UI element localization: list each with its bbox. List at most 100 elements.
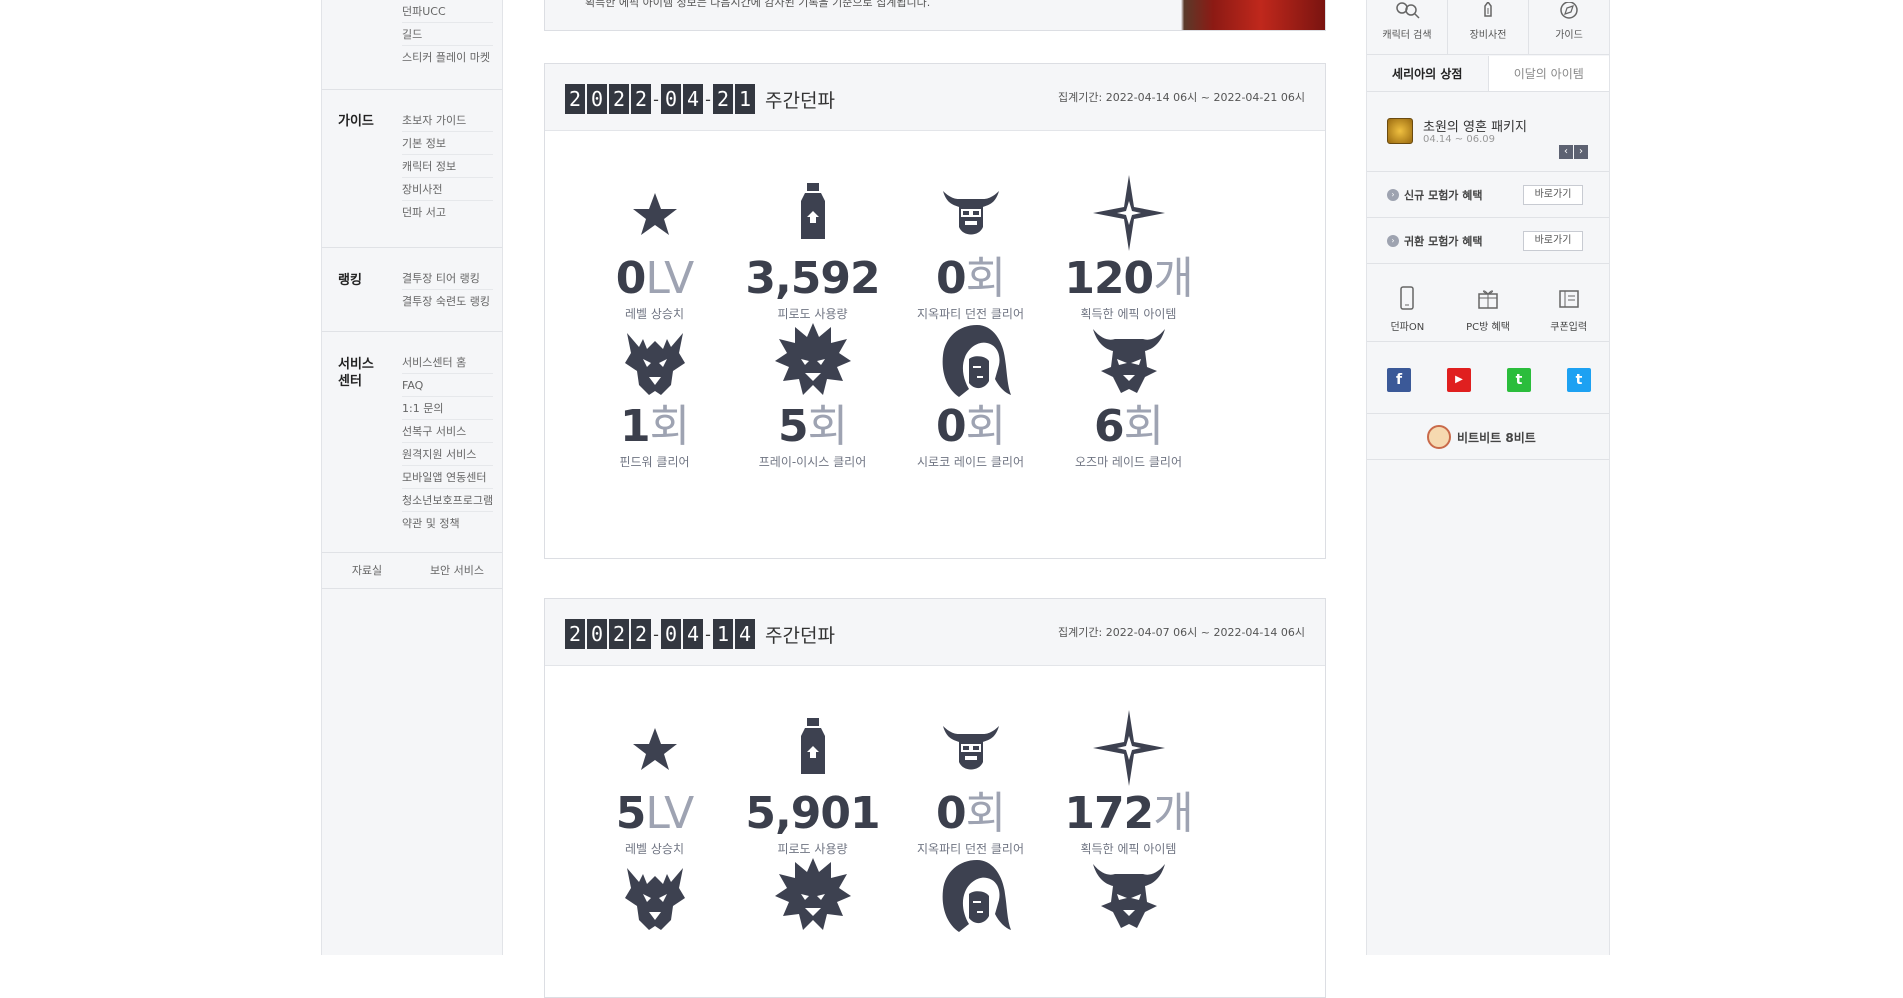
compass-icon [1560,2,1578,19]
tab-monthly-item[interactable]: 이달의 아이템 [1488,56,1609,91]
nav-item[interactable]: 청소년보호프로그램 [402,489,493,512]
date-separator: - [705,89,711,109]
nav-ranking-title: 랭킹 [338,273,362,288]
spiky-beast-icon [774,323,851,395]
spiky-beast-icon [774,858,851,930]
coupon-input-button[interactable]: 쿠폰입력 [1528,264,1609,341]
stat-unit: 회 [965,788,1006,839]
stat-number: 3,592 [745,253,880,304]
character-search-button[interactable]: 캐릭터 검색 [1367,0,1448,54]
stat-cell: 6회오즈마 레이드 클리어 [1031,319,1226,470]
nav-item[interactable]: 모바일앱 연동센터 [402,466,493,489]
weekly-date: 2 0 2 2 - 0 4 - 2 1 주간던파 [565,84,835,114]
banner-artwork [1005,0,1325,30]
package-title: 초원의 영혼 패키지 [1423,120,1527,135]
sword-icon [1484,2,1492,17]
potion-icon [800,183,825,239]
nav-ranking-list: 결투장 티어 랭킹 결투장 숙련도 랭킹 [402,267,493,313]
date-digit: 2 [631,619,651,649]
nav-community-section: 던파UCC 길드 스티커 플레이 마켓 [322,0,502,90]
next-arrow-button[interactable]: › [1574,145,1588,159]
dnf-on-button[interactable]: 던파ON [1367,264,1448,341]
demon-helmet-icon [942,726,999,770]
weekly-card: 2 0 2 2 - 0 4 - 1 4 주간던파 집계기간: 2022-04-0… [544,598,1326,998]
date-digit: 0 [661,84,681,114]
nav-item[interactable]: 약관 및 정책 [402,512,493,535]
nav-item[interactable]: 선복구 서비스 [402,420,493,443]
facebook-icon[interactable]: f [1387,368,1411,392]
nav-item[interactable]: 1:1 문의 [402,397,493,420]
stat-number: 0 [615,253,647,304]
left-sidebar: 던파UCC 길드 스티커 플레이 마켓 가이드 초보자 가이드 기본 정보 캐릭… [321,0,503,955]
stat-value: 172개 [1031,790,1226,838]
quick-menu-label: 캐릭터 검색 [1382,30,1432,41]
nav-item[interactable]: 캐릭터 정보 [402,155,493,178]
demon-helmet-icon [942,191,999,235]
nav-item[interactable]: 기본 정보 [402,132,493,155]
service-label: 쿠폰입력 [1550,322,1588,333]
nav-service-list: 서비스센터 홈 FAQ 1:1 문의 선복구 서비스 원격지원 서비스 모바일앱… [402,351,493,535]
stat-number: 5 [615,788,647,839]
new-adventurer-benefit: › 신규 모험가 혜택 바로가기 [1367,172,1609,218]
weekly-title: 주간던파 [765,89,835,112]
goto-button[interactable]: 바로가기 [1523,231,1583,251]
nav-service-section: 서비스 센터 서비스센터 홈 FAQ 1:1 문의 선복구 서비스 원격지원 서비… [322,332,502,553]
weekly-period: 집계기간: 2022-04-14 06시 ~ 2022-04-21 06시 [1058,91,1305,104]
bitbit-character-icon [1427,425,1451,449]
nav-item[interactable]: 던파 서고 [402,201,493,224]
bitbit-link[interactable]: 비트비트 8비트 [1367,414,1609,460]
date-digit: 1 [735,84,755,114]
nav-item[interactable]: 결투장 숙련도 랭킹 [402,290,493,313]
nav-item[interactable]: 스티커 플레이 마켓 [402,46,493,69]
stat-number: 0 [935,788,967,839]
twitter-icon[interactable]: t [1567,368,1591,392]
stat-cell: 172개 획득한 에픽 아이템 [1031,706,1226,857]
banner-text: 획득한 에픽 아이템 정보는 다음시간에 감사된 기록을 기준으로 집계됩니다. [585,0,931,9]
stat-unit: 개 [1153,788,1193,839]
kakaostory-icon[interactable]: t [1507,368,1531,392]
nav-item[interactable]: 던파UCC [402,0,493,23]
tab-seria-shop[interactable]: 세리아의 상점 [1367,56,1489,91]
date-digit: 2 [713,84,733,114]
security-service-link[interactable]: 보안 서비스 [412,553,502,588]
stat-value: 6회 [1031,403,1226,451]
nav-item[interactable]: 서비스센터 홈 [402,351,493,374]
long-hair-face-icon [942,860,1011,932]
prev-arrow-button[interactable]: ‹ [1559,145,1573,159]
weekly-period: 집계기간: 2022-04-07 06시 ~ 2022-04-14 06시 [1058,626,1305,639]
nav-bottom-links: 자료실 보안 서비스 [322,553,502,589]
quick-menu-label: 가이드 [1555,30,1583,41]
date-digit: 4 [683,84,703,114]
equipment-dictionary-button[interactable]: 장비사전 [1448,0,1529,54]
goto-button[interactable]: 바로가기 [1523,185,1583,205]
guide-button[interactable]: 가이드 [1529,0,1609,54]
nav-item[interactable]: FAQ [402,374,493,397]
stat-number: 120 [1064,253,1154,304]
nav-item[interactable]: 장비사전 [402,178,493,201]
stat-number: 5,901 [745,788,880,839]
dragon-icon [624,333,685,395]
nav-service-title-line2: 센터 [338,374,362,389]
benefit-label: 신규 모험가 혜택 [1404,189,1483,202]
nav-service-title: 서비스 센터 [338,356,374,390]
stat-number: 0 [935,253,967,304]
stat-number: 172 [1064,788,1154,839]
service-label: PC방 혜택 [1466,322,1510,333]
date-digit: 2 [565,84,585,114]
nav-item[interactable]: 결투장 티어 랭킹 [402,267,493,290]
stat-label: 오즈마 레이드 클리어 [1075,455,1182,469]
archive-link[interactable]: 자료실 [322,553,412,588]
stat-cell: 120개 획득한 에픽 아이템 [1031,171,1226,322]
quick-menu: 캐릭터 검색 장비사전 가이드 [1367,0,1609,55]
pc-bang-benefit-button[interactable]: PC방 혜택 [1448,264,1529,341]
top-banner: 획득한 에픽 아이템 정보는 다음시간에 감사된 기록을 기준으로 집계됩니다. [544,0,1326,31]
shop-tabs: 세리아의 상점 이달의 아이템 [1367,56,1609,92]
package-promo[interactable]: 초원의 영혼 패키지 04.14 ~ 06.09 ‹ › [1367,92,1609,172]
star-icon [632,728,677,770]
nav-item[interactable]: 길드 [402,23,493,46]
nav-item[interactable]: 초보자 가이드 [402,109,493,132]
nav-guide-list: 초보자 가이드 기본 정보 캐릭터 정보 장비사전 던파 서고 [402,109,493,224]
package-thumbnail [1387,118,1413,144]
nav-item[interactable]: 원격지원 서비스 [402,443,493,466]
youtube-icon[interactable]: ▶ [1447,368,1471,392]
